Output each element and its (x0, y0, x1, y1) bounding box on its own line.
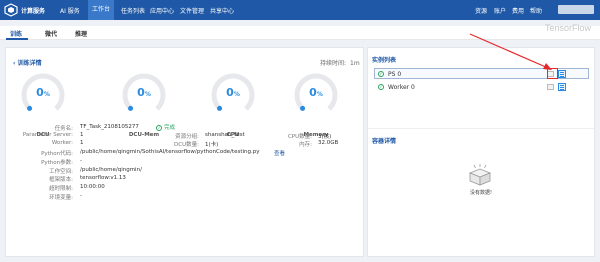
check-circle-icon: ✓ (378, 84, 384, 90)
workdir-label: 工作空间: (49, 169, 73, 175)
empty-box-icon (468, 164, 492, 186)
duration-label: 持续时间: (320, 60, 347, 67)
python-params-label: Python参数: (41, 160, 73, 166)
user-menu[interactable] (558, 5, 594, 14)
nav-ai-service[interactable]: AI 服务 (60, 6, 80, 15)
tab-inference[interactable]: 推理 (75, 29, 87, 38)
runtime-limit-value: 10:00:00 (80, 184, 105, 190)
gauge-cpu: 0% CPU (210, 72, 256, 138)
memory-label: 内存: (299, 142, 312, 148)
gauge-value: 0% (36, 86, 50, 99)
duration-value: 1m (350, 60, 360, 67)
framework-value: tensorflow:v1.13 (80, 175, 126, 181)
worker-label: Worker: (51, 140, 73, 146)
task-name-label: 任务名: (54, 126, 73, 132)
empty-state-text: 没有数据! (469, 190, 492, 196)
check-circle-icon: ✓ (378, 71, 384, 77)
section-divider (368, 128, 594, 129)
ps-value: 1 (80, 132, 84, 138)
instance-row-worker0[interactable]: ✓ Worker 0 (374, 81, 589, 92)
log-icon[interactable] (558, 83, 566, 91)
nav-account[interactable]: 账户 (494, 6, 506, 15)
resource-group-label: 资源分组: (175, 134, 199, 140)
tab-finetune[interactable]: 微代 (45, 29, 57, 38)
dcu-count-value: 1(卡) (205, 142, 219, 148)
sub-tab-bar: 训练 微代 推理 (0, 26, 600, 40)
nav-help[interactable]: 帮助 (530, 6, 542, 15)
nav-task-list[interactable]: 任务列表 (121, 6, 145, 15)
runtime-limit-label: 超时限制: (49, 186, 73, 192)
view-code-link[interactable]: 查看 (274, 149, 285, 157)
framework-watermark: TensorFlow (545, 23, 592, 33)
cpu-count-label: CPU数量: (287, 134, 312, 140)
container-details-title: 容器详情 (372, 138, 397, 145)
active-tab-indicator (6, 38, 28, 40)
top-nav-bar: 计算服务 AI 服务 工作台 任务列表 应用中心 文件管理 共享中心 资源 账户… (0, 0, 600, 20)
cpu-count-value: 3(核) (318, 134, 332, 140)
status-badge: ✓ 完成 (156, 124, 176, 131)
logo-icon (4, 3, 18, 17)
gauge-memory: 0% Memory (293, 72, 339, 138)
gauge-label: DCU-Mem (128, 132, 160, 138)
ps-label: Parameter Server: (22, 132, 73, 138)
gauge-value: 0% (137, 86, 151, 99)
instance-name: Worker 0 (388, 84, 415, 91)
tab-training[interactable]: 训练 (10, 29, 22, 38)
gauge-value: 0% (226, 86, 240, 99)
workdir-value: /public/home/qingmin/ (80, 167, 142, 173)
nav-resources[interactable]: 资源 (475, 6, 487, 15)
gauge-dcu-mem: 0% DCU-Mem (121, 72, 167, 138)
memory-value: 32.0GB (318, 140, 339, 146)
instance-name: PS 0 (388, 71, 402, 78)
log-icon[interactable] (558, 70, 566, 78)
task-name-value: TF_Task_2108105277 (80, 124, 139, 130)
gauge-dcu: 0% DCU (20, 72, 66, 138)
python-code-value: /public/home/qingmin/SothisAI/tensorflow… (80, 149, 260, 155)
nav-workbench[interactable]: 工作台 (88, 0, 115, 20)
resource-group-value: shanshan_test (205, 132, 245, 138)
highlight-box (547, 68, 558, 79)
training-details-panel: ‹ 训练详情 持续时间: 1m 0% DCU 0% DCU-Mem 0% CPU … (5, 47, 364, 257)
nav-fees[interactable]: 费用 (512, 6, 524, 15)
nav-file-management[interactable]: 文件管理 (180, 6, 204, 15)
brand-name[interactable]: 计算服务 (21, 6, 45, 15)
training-details-title[interactable]: ‹ 训练详情 (13, 58, 42, 67)
env-vars-label: 环境变量: (49, 195, 73, 201)
gauge-value: 0% (309, 86, 323, 99)
env-vars-value: - (80, 193, 82, 199)
nav-app-center[interactable]: 应用中心 (150, 6, 174, 15)
python-code-label: Python代码: (41, 151, 73, 157)
nav-share-center[interactable]: 共享中心 (210, 6, 234, 15)
framework-label: 框架版本: (49, 177, 73, 183)
worker-value: 1 (80, 140, 84, 146)
instance-list-title: 实例列表 (372, 57, 397, 64)
terminal-icon[interactable] (547, 84, 554, 90)
check-circle-icon: ✓ (156, 124, 162, 131)
dcu-count-label: DCU数量: (174, 142, 199, 148)
instances-panel: 实例列表 ✓ PS 0 ✓ Worker 0 容器详情 没有数据! (367, 47, 595, 257)
duration: 持续时间: 1m (320, 58, 360, 67)
python-params-value: - (80, 158, 82, 164)
